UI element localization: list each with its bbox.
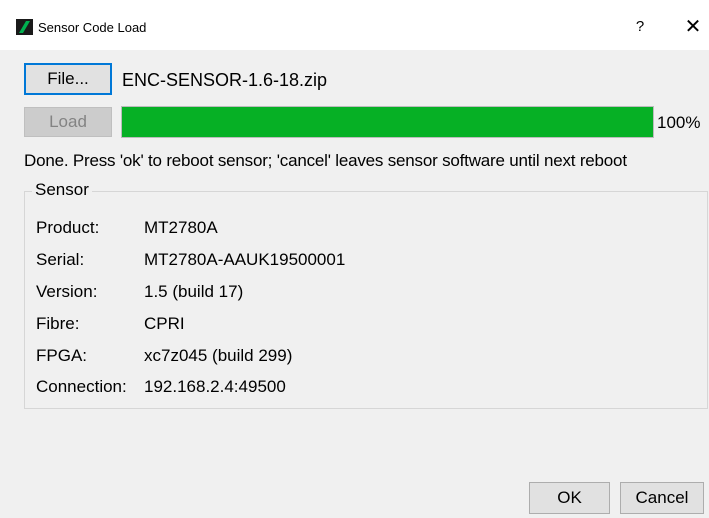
connection-label: Connection: <box>36 377 127 396</box>
product-label: Product: <box>36 218 100 237</box>
product-value: MT2780A <box>144 218 218 237</box>
file-button[interactable]: File... <box>24 63 112 95</box>
sensor-group-title: Sensor <box>32 180 92 200</box>
status-message: Done. Press 'ok' to reboot sensor; 'canc… <box>24 151 627 170</box>
app-logo-icon <box>16 19 33 35</box>
fpga-value: xc7z045 (build 299) <box>144 346 293 365</box>
load-button: Load <box>24 107 112 137</box>
version-value: 1.5 (build 17) <box>144 282 244 301</box>
help-button[interactable]: ? <box>628 14 652 40</box>
window-title: Sensor Code Load <box>38 20 147 35</box>
serial-value: MT2780A-AAUK19500001 <box>144 250 346 269</box>
fibre-value: CPRI <box>144 314 185 333</box>
version-label: Version: <box>36 282 98 301</box>
progress-bar <box>121 106 654 138</box>
progress-percent: 100% <box>657 113 701 132</box>
progress-fill <box>122 107 653 137</box>
serial-label: Serial: <box>36 250 85 269</box>
cancel-button[interactable]: Cancel <box>620 482 704 514</box>
connection-value: 192.168.2.4:49500 <box>144 377 286 396</box>
fpga-label: FPGA: <box>36 346 88 365</box>
fibre-label: Fibre: <box>36 314 80 333</box>
title-bar: Sensor Code Load ? ✕ <box>0 0 709 50</box>
file-name: ENC-SENSOR-1.6-18.zip <box>122 70 328 90</box>
ok-button[interactable]: OK <box>529 482 610 514</box>
close-button[interactable]: ✕ <box>679 13 707 41</box>
